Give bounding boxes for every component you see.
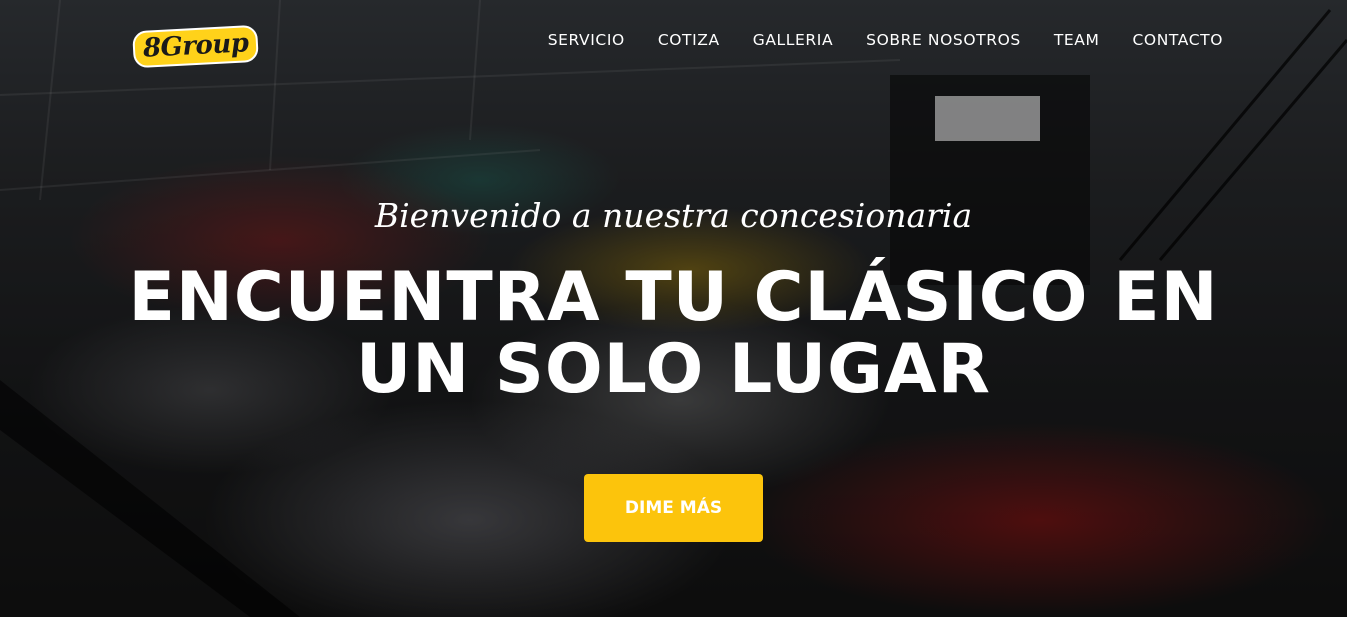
nav-item-sobre-nosotros[interactable]: SOBRE NOSOTROS — [866, 31, 1021, 49]
nav-item-servicio[interactable]: SERVICIO — [548, 31, 625, 49]
nav-item-contacto[interactable]: CONTACTO — [1132, 31, 1223, 49]
main-nav: SERVICIO COTIZA GALLERIA SOBRE NOSOTROS … — [548, 31, 1223, 49]
nav-item-galleria[interactable]: GALLERIA — [753, 31, 833, 49]
nav-item-team[interactable]: TEAM — [1054, 31, 1100, 49]
hero-headline-line2: UN SOLO LUGAR — [356, 330, 991, 409]
hero-section: 8Group SERVICIO COTIZA GALLERIA SOBRE NO… — [0, 0, 1347, 617]
hero-headline: ENCUENTRA TU CLÁSICO EN UN SOLO LUGAR — [0, 262, 1347, 406]
hero-subtitle: Bienvenido a nuestra concesionaria — [374, 196, 973, 235]
dime-mas-button[interactable]: DIME MÁS — [584, 474, 763, 542]
brand-logo[interactable]: 8Group — [132, 24, 260, 69]
hero-headline-line1: ENCUENTRA TU CLÁSICO EN — [128, 258, 1219, 337]
nav-item-cotiza[interactable]: COTIZA — [658, 31, 720, 49]
